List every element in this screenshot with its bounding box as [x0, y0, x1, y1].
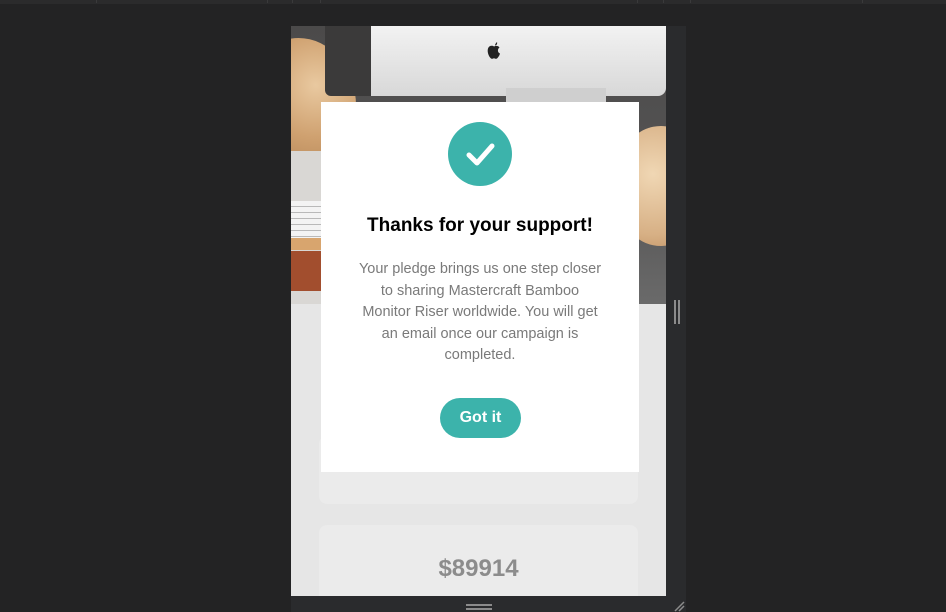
resize-handle-bottom[interactable]: [466, 604, 492, 610]
got-it-button[interactable]: Got it: [440, 398, 521, 438]
modal-message: Your pledge brings us one step closer to…: [358, 261, 602, 363]
success-modal: Thanks for your support! Your pledge bri…: [321, 102, 639, 472]
page-viewport: $89914 Thanks for your support! Your ple…: [291, 26, 666, 596]
hero-monitor: [325, 26, 666, 96]
resize-corner-icon[interactable]: [673, 600, 685, 612]
hero-wood-strip: [291, 238, 323, 250]
apple-logo-icon: [487, 42, 500, 59]
hero-keyboard: [291, 201, 321, 241]
modal-title: Thanks for your support!: [367, 215, 593, 236]
check-icon: [448, 122, 512, 186]
browser-tab-strip: [0, 0, 946, 4]
resize-handle-right[interactable]: [674, 300, 680, 324]
stats-card: $89914: [319, 525, 638, 596]
amount-backed: $89914: [438, 555, 519, 582]
hero-leather-pad: [291, 251, 321, 291]
device-frame: $89914 Thanks for your support! Your ple…: [291, 26, 686, 612]
